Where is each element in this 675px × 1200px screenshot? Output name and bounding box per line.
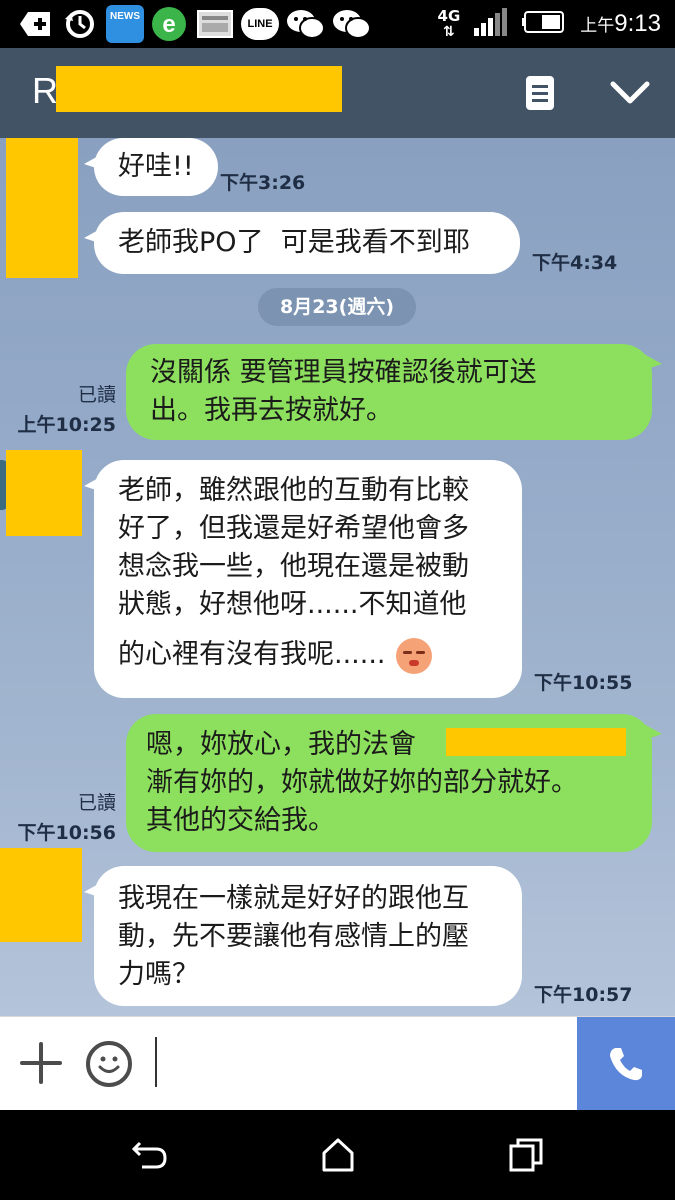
plus-icon[interactable]	[20, 1042, 62, 1084]
screenshot-icon	[196, 6, 234, 42]
date-separator: 8月23(週六)	[258, 288, 416, 326]
wechat-icon	[286, 6, 326, 42]
message-input[interactable]	[155, 1037, 157, 1087]
message-time: 下午10:55	[534, 672, 633, 694]
chevron-down-icon[interactable]	[610, 80, 650, 110]
chat-area[interactable]: 好哇!! 下午3:26 老師我PO了 可是我看不到耶 下午4:34 8月23(週…	[0, 138, 675, 1016]
signal-icon	[474, 8, 508, 40]
clock: 上午9:13	[580, 10, 661, 37]
emoji-icon[interactable]	[86, 1041, 132, 1087]
back-icon[interactable]	[131, 1137, 168, 1173]
redaction-block	[446, 728, 626, 756]
message-time: 下午10:57	[534, 984, 633, 1006]
message-bubble[interactable]: 好哇!!	[84, 138, 218, 196]
flushed-face-icon	[395, 637, 432, 674]
sync-icon	[62, 6, 98, 42]
browser-icon: e	[150, 6, 188, 42]
status-bar: NEWS e LINE 4G ⇅ 上午9:13	[0, 0, 675, 48]
message-time: 下午3:26	[220, 172, 306, 194]
read-receipt: 已讀 上午10:25	[17, 384, 116, 436]
message-text: 我現在一樣就是好好的跟他互 動，先不要讓他有感情上的壓 力嗎？	[118, 883, 469, 990]
input-bar	[0, 1016, 675, 1111]
message-bubble[interactable]: 沒關係 要管理員按確認後就可送 出。我再去按就好。	[126, 344, 662, 440]
avatar[interactable]	[0, 848, 82, 942]
note-icon[interactable]	[526, 76, 554, 114]
add-icon	[16, 6, 52, 42]
avatar[interactable]	[6, 450, 82, 536]
message-bubble[interactable]: 老師我PO了 可是我看不到耶	[84, 212, 520, 274]
redaction-block	[56, 66, 342, 112]
home-icon[interactable]	[320, 1137, 356, 1173]
chat-header: R	[0, 48, 675, 138]
navigation-bar	[0, 1110, 675, 1200]
chat-title[interactable]: R	[32, 70, 58, 112]
line-app-icon: LINE	[240, 6, 280, 42]
message-text: 沒關係 要管理員按確認後就可送 出。我再去按就好。	[150, 357, 537, 426]
message-text: 老師，雖然跟他的互動有比較 好了，但我還是好希望他會多 想念我一些，他現在還是被…	[118, 475, 469, 620]
svg-text:e: e	[162, 11, 175, 38]
phone-call-icon[interactable]	[577, 1017, 675, 1111]
message-text: 好哇!!	[118, 151, 194, 182]
network-indicator: 4G ⇅	[437, 7, 461, 40]
message-time: 下午4:34	[532, 252, 618, 274]
news-app-icon: NEWS	[106, 5, 144, 43]
read-receipt: 已讀 下午10:56	[17, 792, 116, 844]
battery-icon	[522, 10, 566, 38]
avatar[interactable]	[6, 138, 78, 278]
recents-icon[interactable]	[508, 1137, 544, 1173]
wechat-icon	[332, 6, 372, 42]
message-bubble[interactable]: 我現在一樣就是好好的跟他互 動，先不要讓他有感情上的壓 力嗎？	[84, 866, 522, 1006]
message-text-line: 的心裡有沒有我呢......	[118, 636, 498, 674]
message-bubble[interactable]: 老師，雖然跟他的互動有比較 好了，但我還是好希望他會多 想念我一些，他現在還是被…	[84, 460, 522, 698]
message-text: 老師我PO了 可是我看不到耶	[118, 227, 470, 258]
